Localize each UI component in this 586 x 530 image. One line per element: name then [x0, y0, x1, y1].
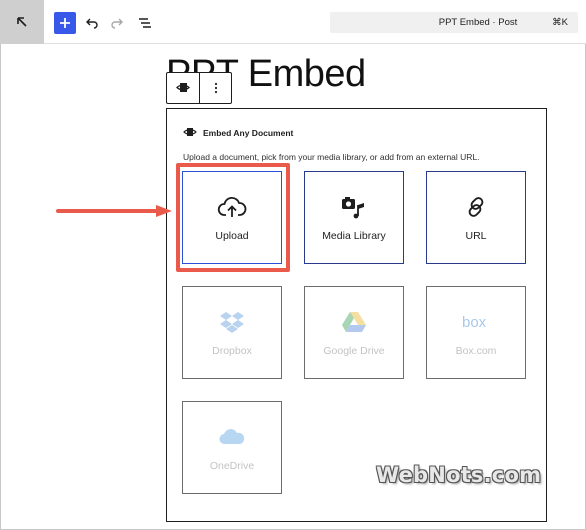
redo-button[interactable]: [106, 12, 128, 34]
block-heading: Embed Any Document: [183, 127, 293, 138]
embed-document-icon: [183, 128, 197, 136]
box-icon: box: [462, 309, 490, 335]
more-vertical-icon: [214, 82, 217, 94]
watermark: WebNots.com: [376, 463, 542, 487]
block-toolbar: [166, 72, 232, 104]
onedrive-icon: [219, 424, 245, 450]
dropbox-label: Dropbox: [212, 344, 252, 357]
box-label: Box.com: [455, 344, 497, 357]
block-type-button[interactable]: [167, 73, 199, 103]
url-label: URL: [465, 229, 487, 242]
onedrive-label: OneDrive: [209, 459, 255, 472]
redo-icon: [111, 18, 123, 29]
dropbox-icon: [220, 309, 244, 335]
list-view-icon: [139, 18, 151, 28]
block-heading-text: Embed Any Document: [203, 127, 294, 138]
block-description: Upload a document, pick from your media …: [183, 152, 480, 162]
google-drive-label: Google Drive: [323, 344, 385, 357]
media-library-label: Media Library: [322, 229, 386, 242]
media-library-option[interactable]: Media Library: [304, 171, 404, 264]
box-option[interactable]: box Box.com: [426, 286, 526, 379]
url-option[interactable]: URL: [426, 171, 526, 264]
keyboard-shortcut: ⌘K: [552, 17, 568, 28]
embed-document-icon: [176, 83, 190, 92]
document-overview-button[interactable]: [134, 12, 156, 34]
document-title: PPT Embed · Post: [438, 17, 518, 28]
link-icon: [465, 194, 487, 220]
back-button[interactable]: [0, 0, 44, 44]
onedrive-option[interactable]: OneDrive: [182, 401, 282, 494]
google-drive-option[interactable]: Google Drive: [304, 286, 404, 379]
media-library-icon: [341, 194, 367, 220]
arrow-up-left-icon: [17, 17, 27, 27]
plus-icon: [60, 18, 70, 28]
editor-top-toolbar: PPT Embed · Post ⌘K: [0, 0, 586, 44]
upload-highlight-box: [176, 163, 290, 272]
undo-button[interactable]: [81, 12, 103, 34]
pointer-arrow-icon: [56, 205, 172, 217]
undo-icon: [86, 18, 98, 29]
google-drive-icon: [342, 309, 366, 335]
svg-text:box: box: [462, 314, 487, 330]
command-palette-button[interactable]: PPT Embed · Post ⌘K: [330, 12, 578, 33]
add-block-button[interactable]: [54, 12, 76, 34]
dropbox-option[interactable]: Dropbox: [182, 286, 282, 379]
block-options-button[interactable]: [199, 73, 231, 103]
